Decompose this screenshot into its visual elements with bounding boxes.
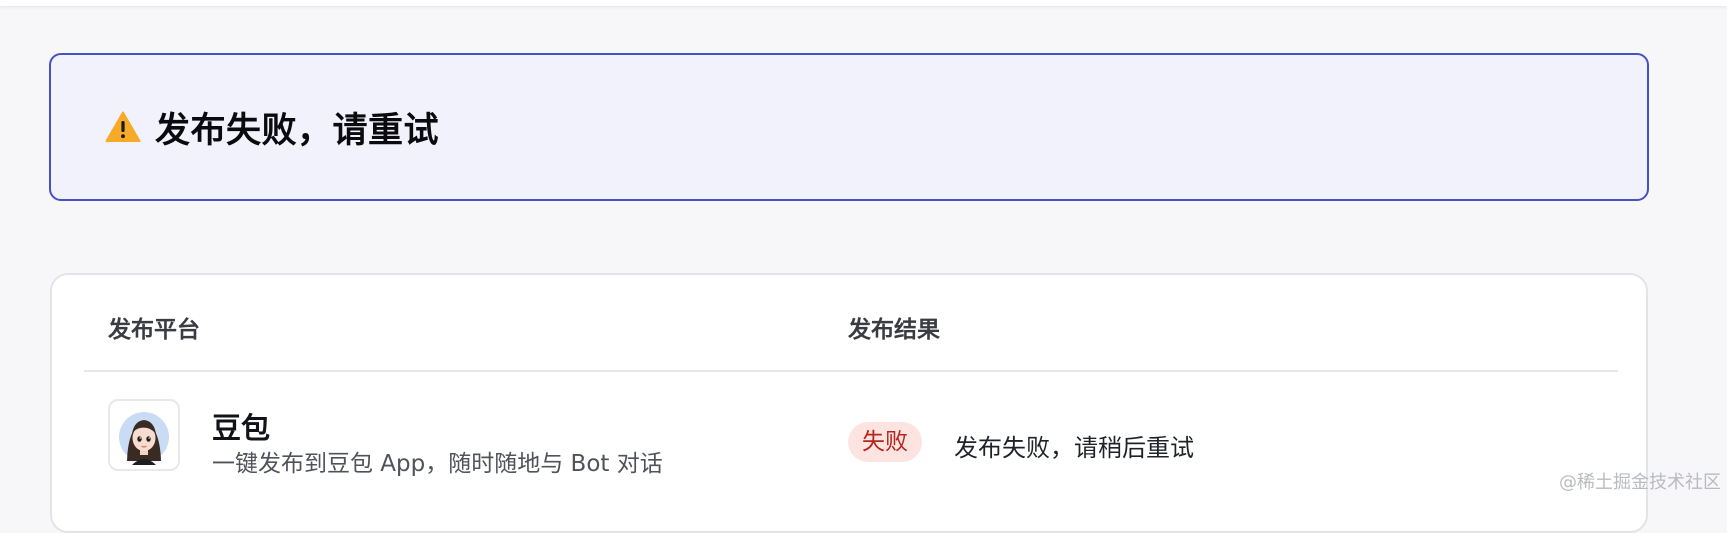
warning-icon	[105, 110, 141, 144]
result-message: 发布失败，请稍后重试	[954, 434, 1194, 462]
column-header-result: 发布结果	[848, 317, 940, 343]
platform-avatar	[108, 399, 180, 471]
table-row: 豆包 一键发布到豆包 App，随时随地与 Bot 对话 失败 发布失败，请稍后重…	[52, 372, 1650, 492]
top-bar	[0, 0, 1727, 6]
publish-error-alert: 发布失败，请重试	[49, 53, 1649, 201]
table-header: 发布平台 发布结果	[84, 275, 1618, 372]
watermark: @稀土掘金技术社区	[1559, 472, 1721, 493]
alert-title: 发布失败，请重试	[155, 110, 440, 151]
platform-name: 豆包	[212, 411, 271, 445]
publish-result-card: 发布平台 发布结果 豆包 一键发布到豆包 App，随时随地与 Bot 对话 失败…	[50, 273, 1648, 533]
column-header-platform: 发布平台	[108, 317, 200, 343]
status-badge: 失败	[848, 422, 922, 462]
platform-description: 一键发布到豆包 App，随时随地与 Bot 对话	[212, 451, 663, 477]
